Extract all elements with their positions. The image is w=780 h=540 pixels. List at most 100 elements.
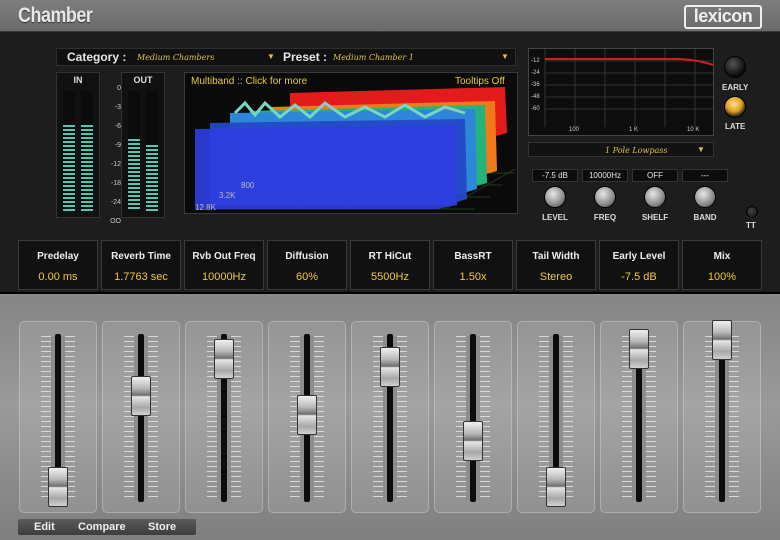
meter-scale-tick: -24	[110, 199, 121, 206]
fader-handle-tail-width[interactable]	[546, 466, 566, 507]
freq-knob-label: FREQ	[593, 213, 617, 222]
tt-label: TT	[746, 221, 756, 230]
filter-dropdown-icon[interactable]: ▼	[697, 145, 705, 154]
store-button[interactable]: Store	[148, 521, 176, 533]
input-meter: IN	[56, 72, 100, 218]
category-label: Category :	[67, 50, 127, 64]
eq-db-tick: -12	[531, 58, 540, 64]
preset-bar: Category : Medium Chambers ▼ Preset : Me…	[56, 48, 516, 66]
compare-button[interactable]: Compare	[78, 521, 126, 533]
param-name: Early Level	[612, 251, 666, 262]
output-meter: OUT	[121, 72, 165, 218]
param-value: 0.00 ms	[38, 271, 78, 283]
fader-handle-predelay[interactable]	[48, 466, 68, 507]
level-knob-label: LEVEL	[542, 213, 568, 222]
freq-label: 12.8K	[195, 203, 216, 212]
shelf-value: OFF	[632, 169, 678, 182]
eq-freq-tick: 100	[569, 127, 580, 133]
eq-graph: -12 -24 -36 -48 -60 100 1 K 10 K	[528, 48, 714, 136]
tt-button[interactable]	[746, 206, 758, 218]
fader-handle-reverb-time[interactable]	[131, 376, 151, 417]
multiband-link[interactable]: Multiband :: Click for more	[191, 76, 307, 87]
param-reverb-time[interactable]: Reverb Time 1.7763 sec	[101, 240, 181, 290]
input-meter-left	[63, 91, 75, 211]
param-name: Diffusion	[285, 251, 329, 262]
param-mix[interactable]: Mix 100%	[682, 240, 762, 290]
meter-scale-tick: -6	[114, 123, 121, 130]
filter-type-select[interactable]: 1 Pole Lowpass ▼	[528, 142, 714, 157]
param-name: Reverb Time	[111, 251, 171, 262]
eq-db-tick: -36	[531, 82, 540, 88]
param-diffusion[interactable]: Diffusion 60%	[267, 240, 347, 290]
late-button[interactable]	[724, 96, 746, 118]
edit-button[interactable]: Edit	[34, 521, 55, 533]
category-select[interactable]: Medium Chambers	[137, 53, 214, 62]
input-meter-label: IN	[73, 75, 83, 85]
multiband-display[interactable]: Multiband :: Click for more Tooltips Off…	[184, 72, 518, 214]
meter-scale-tick: -9	[114, 142, 121, 149]
eq-db-tick: -60	[531, 106, 540, 112]
lexicon-logo: lexicon	[684, 5, 762, 29]
eq-freq-tick: 1 K	[629, 127, 639, 133]
meter-scale-tick: -3	[114, 104, 121, 111]
preset-dropdown-icon[interactable]: ▼	[501, 52, 509, 61]
param-value: 1.7763 sec	[114, 271, 168, 283]
meter-scale-tick: -12	[110, 161, 121, 168]
param-value: 5500Hz	[371, 271, 409, 283]
fader-handle-mix[interactable]	[712, 320, 732, 360]
param-value: 60%	[295, 271, 319, 283]
fader-handle-rvb-out-freq[interactable]	[214, 338, 234, 379]
param-value: 1.50x	[459, 271, 487, 283]
late-label: LATE	[725, 122, 746, 131]
eq-curve-graphic	[544, 49, 714, 127]
freq-label: 3.2K	[219, 191, 236, 200]
early-label: EARLY	[722, 83, 749, 92]
fader-track-bassrt[interactable]	[470, 334, 476, 502]
fader-handle-bassrt[interactable]	[463, 421, 483, 462]
param-bassrt[interactable]: BassRT 1.50x	[433, 240, 513, 290]
band-knob-label: BAND	[693, 213, 717, 222]
output-meter-right	[146, 91, 158, 211]
param-value: 100%	[707, 271, 737, 283]
freq-knob[interactable]	[594, 186, 616, 208]
early-button[interactable]	[724, 56, 746, 78]
filter-type-value: 1 Pole Lowpass	[605, 146, 668, 155]
param-name: Mix	[713, 251, 731, 262]
level-knob[interactable]	[544, 186, 566, 208]
band-value: ---	[682, 169, 728, 182]
param-name: Tail Width	[532, 251, 580, 262]
fader-handle-rt-hicut[interactable]	[380, 346, 400, 387]
fader-track-reverb-time[interactable]	[138, 334, 144, 502]
param-predelay[interactable]: Predelay 0.00 ms	[18, 240, 98, 290]
preset-select[interactable]: Medium Chamber 1	[333, 53, 414, 62]
param-value: 10000Hz	[201, 271, 247, 283]
meter-scale-tick: 0	[117, 85, 121, 92]
param-tail-width[interactable]: Tail Width Stereo	[516, 240, 596, 290]
title-bar: Chamber lexicon	[0, 0, 780, 32]
param-value: -7.5 dB	[621, 271, 657, 283]
bottom-bar: Edit Compare Store	[18, 519, 196, 535]
param-name: Rvb Out Freq	[192, 251, 256, 262]
app-title: Chamber	[18, 4, 93, 27]
output-meter-left	[128, 91, 140, 211]
freq-label: 800	[241, 181, 255, 190]
fader-handle-early-level[interactable]	[629, 329, 649, 370]
tooltips-toggle[interactable]: Tooltips Off	[455, 76, 505, 87]
shelf-knob[interactable]	[644, 186, 666, 208]
eq-db-tick: -24	[531, 70, 540, 76]
meter-scale-tick: -18	[110, 180, 121, 187]
param-value: Stereo	[539, 271, 573, 283]
category-dropdown-icon[interactable]: ▼	[267, 52, 275, 61]
param-name: Predelay	[37, 251, 79, 262]
freq-value: 10000Hz	[582, 169, 628, 182]
param-rvb-out-freq[interactable]: Rvb Out Freq 10000Hz	[184, 240, 264, 290]
param-name: BassRT	[454, 251, 492, 262]
band-knob[interactable]	[694, 186, 716, 208]
preset-label: Preset :	[283, 50, 328, 64]
meter-scale-tick: OO	[110, 218, 121, 225]
param-rt-hicut[interactable]: RT HiCut 5500Hz	[350, 240, 430, 290]
input-meter-right	[81, 91, 93, 211]
param-early-level[interactable]: Early Level -7.5 dB	[599, 240, 679, 290]
fader-handle-diffusion[interactable]	[297, 394, 317, 435]
eq-freq-tick: 10 K	[687, 127, 700, 133]
